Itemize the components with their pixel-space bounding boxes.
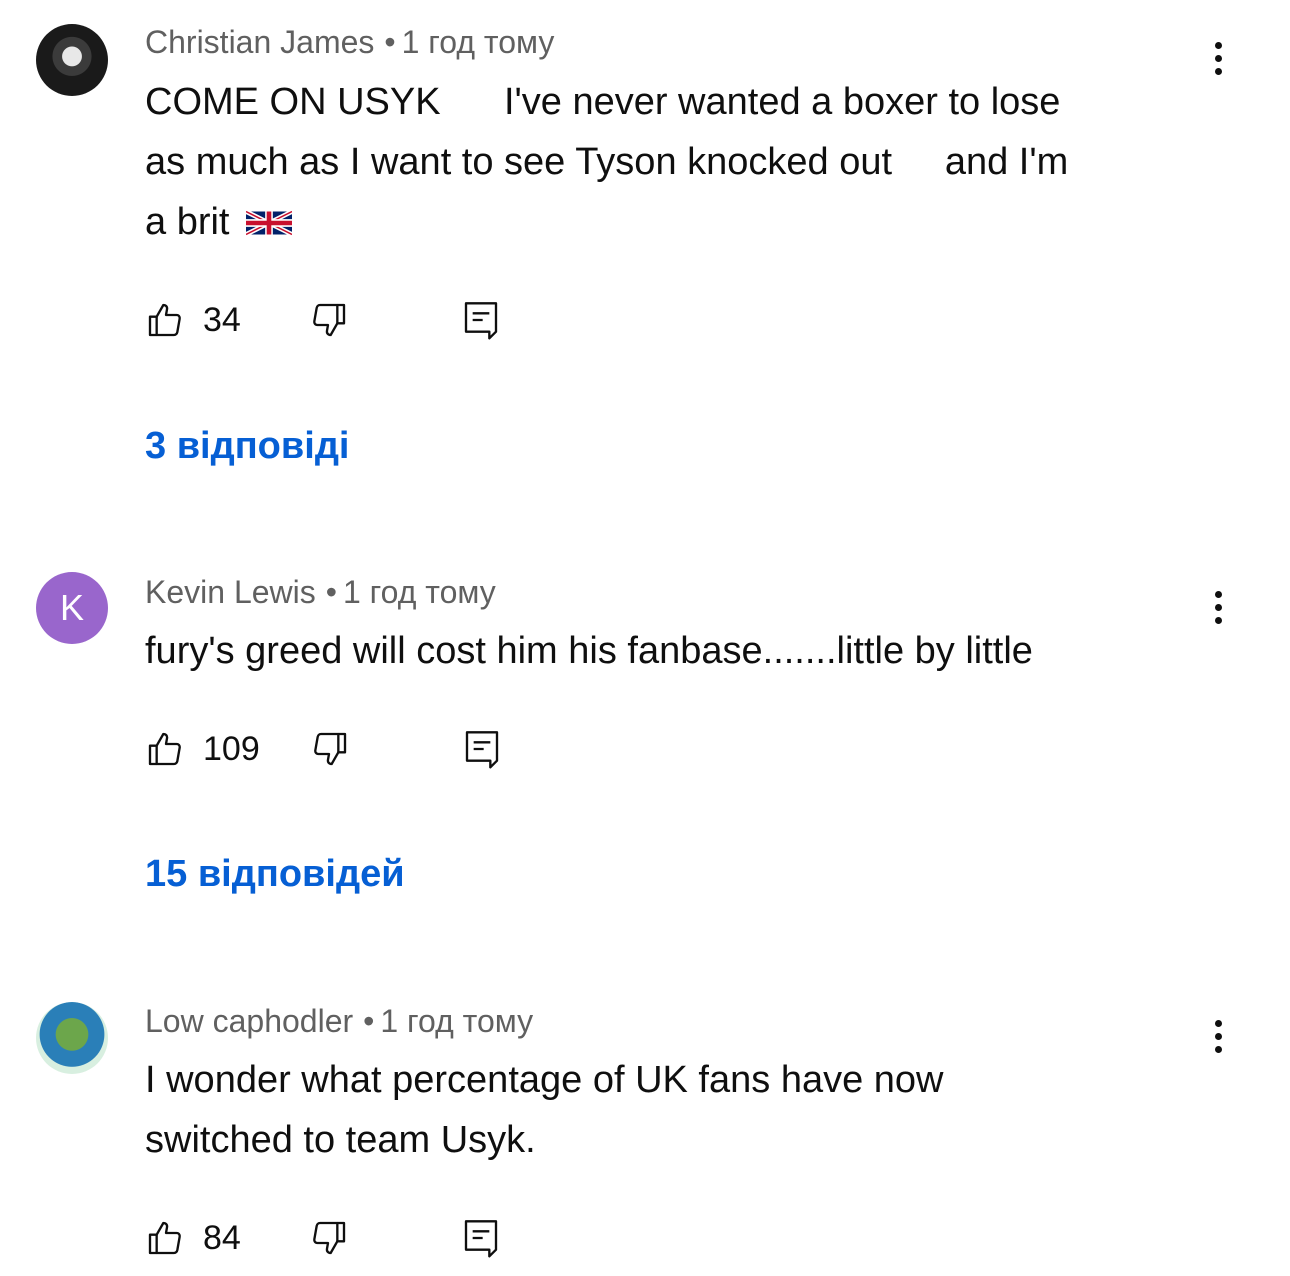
view-replies-link[interactable]: 15 відповідей <box>145 853 405 896</box>
reply-comment-icon <box>465 731 498 769</box>
comment-actions: 109 <box>145 724 502 774</box>
like-count: 34 <box>203 300 241 339</box>
reply-comment-icon <box>464 1220 497 1258</box>
gb-flag-icon <box>246 209 293 237</box>
author-name[interactable]: Christian James <box>145 24 374 60</box>
dislike-button[interactable] <box>310 729 350 769</box>
thumbs-up-icon <box>148 303 181 337</box>
comment-text: fury's greed will cost him his fanbase..… <box>145 630 1033 672</box>
avatar[interactable] <box>36 24 108 96</box>
reply-button[interactable] <box>461 1216 501 1260</box>
like-count: 84 <box>203 1218 241 1257</box>
view-replies-link[interactable]: 3 відповіді <box>145 425 350 468</box>
reply-button[interactable] <box>462 727 502 771</box>
thumbs-down-icon <box>312 1221 345 1255</box>
comment-actions: 34 <box>145 295 501 345</box>
dislike-button[interactable] <box>309 300 349 340</box>
timestamp[interactable]: 1 год тому <box>402 24 555 60</box>
comment-text: COME ON USYK I've never wanted a boxer t… <box>145 81 1069 243</box>
comment-actions: 84 <box>145 1213 501 1263</box>
timestamp[interactable]: 1 год тому <box>343 574 496 610</box>
reply-button[interactable] <box>461 298 501 342</box>
avatar[interactable] <box>36 1002 108 1074</box>
like-button[interactable]: 34 <box>145 300 241 340</box>
thumbs-up-icon <box>148 1221 181 1255</box>
dislike-button[interactable] <box>309 1218 349 1258</box>
author-name[interactable]: Kevin Lewis <box>145 574 316 610</box>
like-count: 109 <box>203 729 260 768</box>
author-name[interactable]: Low caphodler <box>145 1003 353 1039</box>
comment-meta: Christian James • 1 год тому <box>145 24 555 60</box>
comment-text: I wonder what percentage of UK fans have… <box>145 1059 944 1161</box>
comment-meta: Kevin Lewis • 1 год тому <box>145 574 496 610</box>
timestamp[interactable]: 1 год тому <box>380 1003 533 1039</box>
thumbs-down-icon <box>312 303 345 337</box>
thumbs-down-icon <box>313 732 346 766</box>
thumbs-up-icon <box>148 732 181 766</box>
like-button[interactable]: 84 <box>145 1218 241 1258</box>
reply-comment-icon <box>464 302 497 340</box>
comment-meta: Low caphodler • 1 год тому <box>145 1003 534 1039</box>
avatar[interactable]: K <box>36 572 108 644</box>
like-button[interactable]: 109 <box>145 729 260 769</box>
